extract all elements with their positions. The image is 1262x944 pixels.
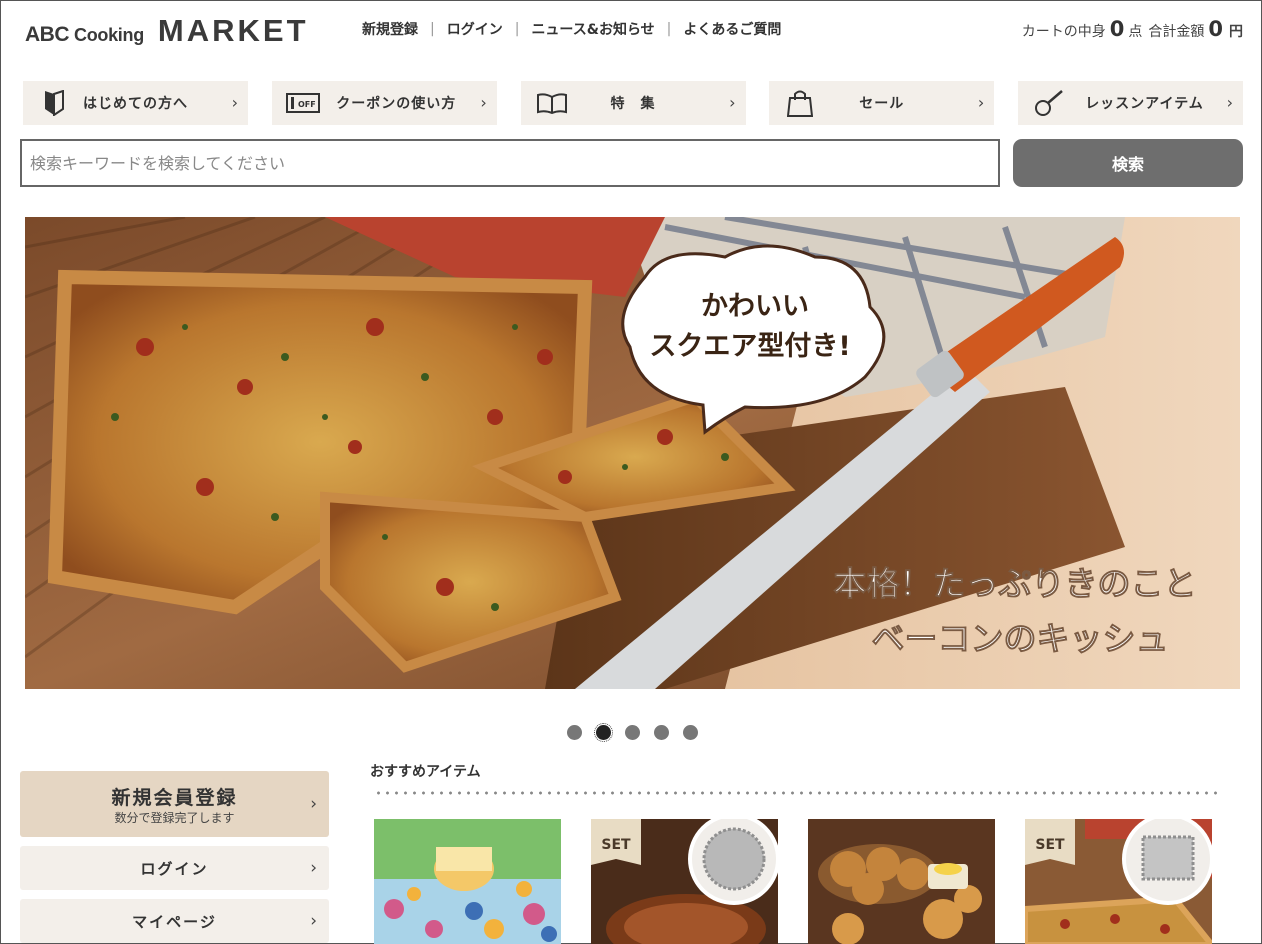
register-button[interactable]: 新規会員登録 数分で登録完了します › — [20, 771, 329, 837]
site-logo[interactable]: ABC Cooking MARKET — [25, 13, 309, 48]
register-title: 新規会員登録 — [111, 787, 238, 809]
recommended-item[interactable] — [374, 819, 561, 944]
slider-dot[interactable] — [654, 725, 669, 740]
hero-image: かわいい スクエア型付き! 本格！たっぷりきのこと ベーコンのキッシュ — [25, 217, 1240, 689]
bubble-line2: スクエア型付き! — [649, 331, 850, 362]
nav-register-link[interactable]: 新規登録 — [362, 19, 418, 39]
nav-faq-link[interactable]: よくあるご質問 — [683, 19, 781, 39]
hero-caption-line1: 本格！たっぷりきのこと — [834, 564, 1197, 603]
category-label: レッスンアイテム — [1085, 96, 1204, 112]
bubble-line1: かわいい — [701, 291, 809, 322]
search-button[interactable]: 検索 — [1013, 139, 1243, 187]
recommended-section: おすすめアイテム SET SET — [370, 761, 1221, 944]
recommended-title: おすすめアイテム — [370, 764, 481, 780]
nav-separator: | — [666, 21, 672, 37]
category-sale[interactable]: セール › — [769, 81, 995, 125]
chevron-right-icon: › — [729, 93, 736, 112]
chevron-right-icon: › — [310, 858, 317, 878]
slider-dot[interactable] — [567, 725, 582, 740]
category-lesson-items[interactable]: レッスンアイテム › — [1018, 81, 1243, 125]
recommended-item[interactable] — [808, 819, 995, 944]
category-label: はじめての方へ — [83, 96, 188, 112]
slider-dot[interactable] — [683, 725, 698, 740]
recommended-items: SET SET — [374, 819, 1212, 944]
category-label: クーポンの使い方 — [336, 96, 457, 112]
item-image-party — [374, 819, 561, 944]
slider-dot[interactable] — [625, 725, 640, 740]
sidebar-mypage-button[interactable]: マイページ › — [20, 899, 329, 943]
chevron-right-icon: › — [310, 911, 317, 931]
cart-total-label: 合計金額 — [1148, 24, 1205, 40]
logo-market-text: MARKET — [157, 13, 309, 48]
hero-caption-line2: ベーコンのキッシュ — [872, 619, 1169, 658]
chevron-right-icon: › — [1226, 93, 1233, 112]
recommended-item[interactable]: SET — [591, 819, 778, 944]
dotted-divider — [374, 791, 1220, 795]
category-label: セール — [859, 96, 905, 112]
cart-currency: 円 — [1229, 24, 1243, 40]
search-input[interactable] — [20, 139, 1000, 187]
hero-banner[interactable]: かわいい スクエア型付き! 本格！たっぷりきのこと ベーコンのキッシュ — [25, 217, 1240, 689]
sidebar: 新規会員登録 数分で登録完了します › ログイン › マイページ › — [20, 771, 329, 943]
slider-dots — [567, 723, 698, 742]
cart-label: カートの中身 — [1021, 24, 1106, 40]
category-feature[interactable]: 特 集 › — [520, 81, 746, 125]
cart-count-unit: 点 — [1128, 24, 1143, 40]
register-subtitle: 数分で登録完了します — [114, 811, 235, 825]
cart-total: 0 — [1208, 17, 1223, 41]
category-beginner[interactable]: はじめての方へ › — [23, 81, 248, 125]
chevron-right-icon: › — [977, 93, 985, 112]
nav-separator: | — [430, 21, 435, 37]
category-label: 特 集 — [610, 96, 656, 112]
site-header: ABC Cooking MARKET 新規登録 | ログイン | ニュース&お知… — [1, 1, 1261, 61]
sidebar-login-label: ログイン — [140, 860, 209, 878]
item-image-quiche-set: SET — [1025, 819, 1212, 944]
nav-login-link[interactable]: ログイン — [447, 19, 503, 39]
category-coupon[interactable]: OFF クーポンの使い方 › — [271, 81, 497, 125]
recommended-item[interactable]: SET — [1025, 819, 1212, 944]
search-bar: 検索 — [20, 139, 1243, 187]
cart-summary[interactable]: カートの中身 0 点 合計金額 0 円 — [1022, 17, 1243, 41]
chevron-right-icon: › — [231, 93, 238, 112]
nav-news-link[interactable]: ニュース&お知らせ — [531, 19, 654, 39]
top-nav: 新規登録 | ログイン | ニュース&お知らせ | よくあるご質問 — [362, 19, 781, 39]
item-image-bread — [808, 819, 995, 944]
logo-abc-text: ABC — [25, 23, 70, 46]
chevron-right-icon: › — [310, 794, 317, 814]
cart-count: 0 — [1109, 17, 1125, 41]
nav-separator: | — [514, 21, 520, 37]
logo-cooking-text: Cooking — [74, 25, 144, 45]
chevron-right-icon: › — [480, 93, 487, 112]
set-badge: SET — [1035, 837, 1065, 853]
sidebar-login-button[interactable]: ログイン › — [20, 846, 329, 890]
item-image-tart-set: SET — [591, 819, 778, 944]
sidebar-mypage-label: マイページ — [132, 913, 217, 931]
set-badge: SET — [601, 837, 631, 853]
category-nav: はじめての方へ › OFF クーポンの使い方 › 特 集 › セール › レッス… — [23, 81, 1243, 125]
slider-dot-active[interactable] — [594, 723, 613, 742]
